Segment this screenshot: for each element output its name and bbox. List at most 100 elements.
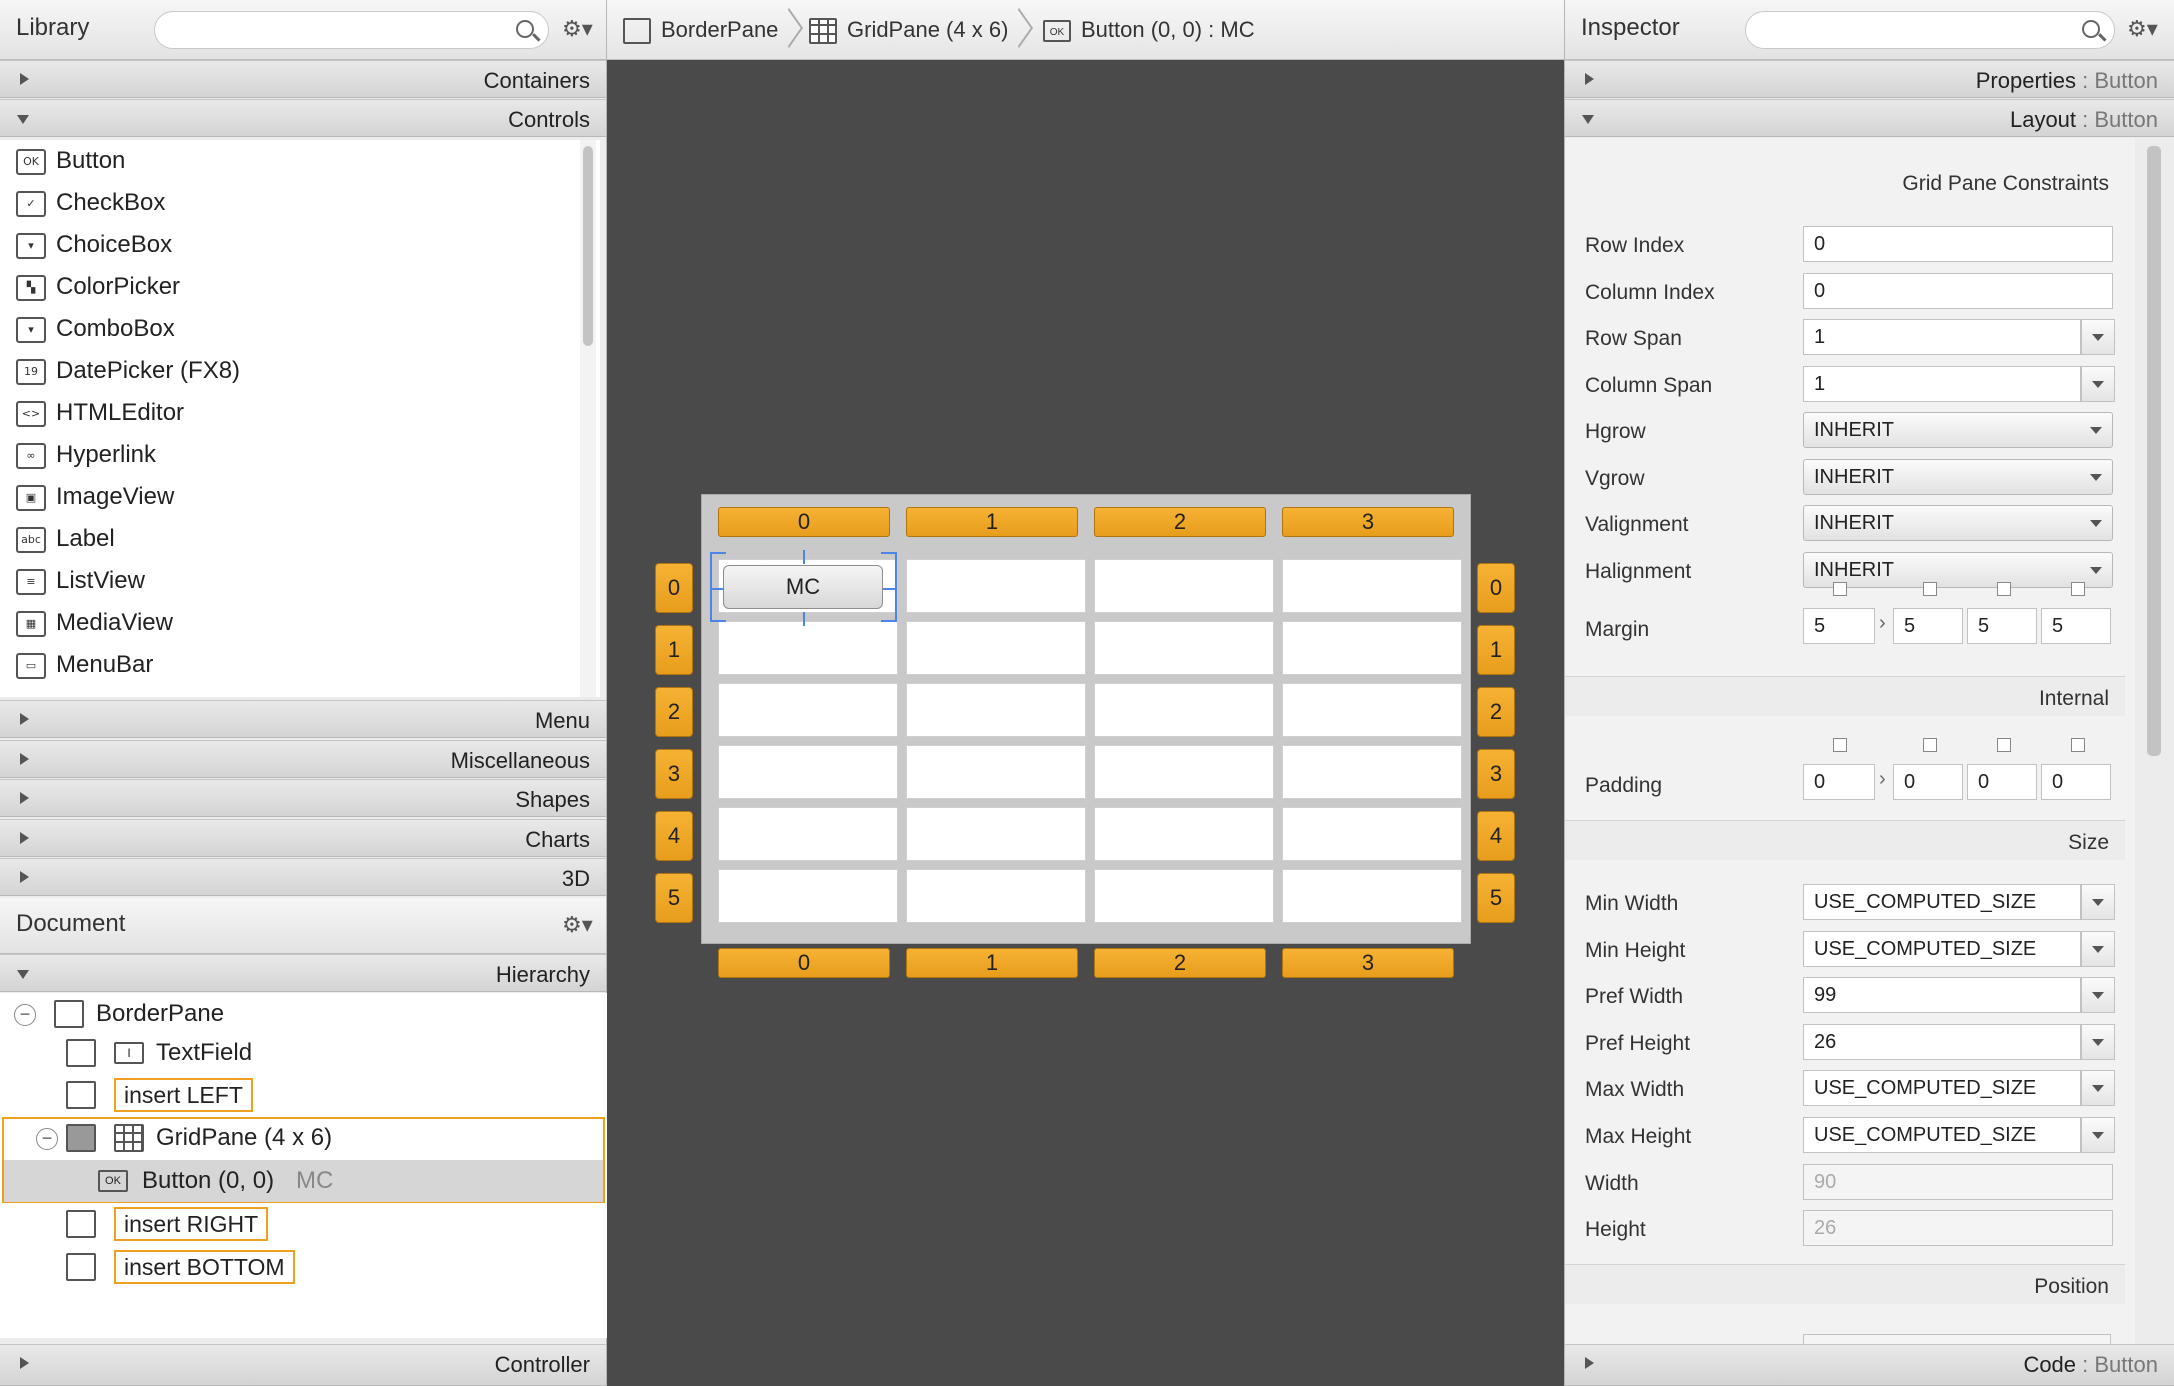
selection-handle[interactable] <box>803 550 805 564</box>
section-properties[interactable]: Properties : Button <box>1565 60 2174 98</box>
column-header-bottom[interactable]: 0 <box>718 948 890 978</box>
margin-field[interactable]: 5 <box>1967 608 2037 644</box>
vgrow-combo[interactable]: INHERIT <box>1803 458 2113 495</box>
padding-field[interactable]: 0 <box>2041 764 2111 800</box>
row-header-right[interactable]: 2 <box>1477 687 1515 737</box>
pref-height-field[interactable]: 26 <box>1803 1023 2081 1060</box>
grid-cell[interactable] <box>1094 869 1274 923</box>
padding-field[interactable]: 0 <box>1893 764 1963 800</box>
size-dropdown-button[interactable] <box>2081 884 2115 920</box>
selection-handle[interactable] <box>710 552 712 622</box>
grid-cell[interactable] <box>906 807 1086 861</box>
row-header-right[interactable]: 4 <box>1477 811 1515 861</box>
link-checkbox[interactable] <box>2071 738 2085 752</box>
grid-cell[interactable] <box>718 869 898 923</box>
library-item[interactable]: ▚ ColorPicker <box>0 266 580 308</box>
collapse-toggle-icon[interactable]: − <box>36 1128 58 1150</box>
library-item[interactable]: OK Button <box>0 140 580 182</box>
size-dropdown-button[interactable] <box>2081 977 2115 1014</box>
selection-handle[interactable] <box>895 552 897 622</box>
selection-handle[interactable] <box>710 620 726 622</box>
library-item[interactable]: ▭ MenuBar <box>0 644 580 686</box>
column-header-top[interactable]: 3 <box>1282 507 1454 537</box>
tree-item-insert-left[interactable]: insert LEFT <box>0 1074 600 1116</box>
grid-cell[interactable] <box>718 621 898 675</box>
grid-cell[interactable] <box>1282 621 1462 675</box>
column-header-top[interactable]: 0 <box>718 507 890 537</box>
max-height-field[interactable]: USE_COMPUTED_SIZE <box>1803 1117 2081 1153</box>
insert-left-slot[interactable]: insert LEFT <box>114 1078 253 1112</box>
tree-item-gridpane[interactable]: − GridPane (4 x 6) <box>0 1117 600 1159</box>
selection-handle[interactable] <box>710 552 726 554</box>
library-item[interactable]: ▦ MediaView <box>0 602 580 644</box>
size-dropdown-button[interactable] <box>2081 1070 2115 1107</box>
size-dropdown-button[interactable] <box>2081 1023 2115 1060</box>
min-width-field[interactable]: USE_COMPUTED_SIZE <box>1803 884 2081 920</box>
grid-cell[interactable] <box>1282 745 1462 799</box>
row-header-right[interactable]: 1 <box>1477 625 1515 675</box>
row-header-left[interactable]: 4 <box>655 811 693 861</box>
padding-field[interactable]: 0 <box>1967 764 2037 800</box>
grid-cell[interactable] <box>906 683 1086 737</box>
grid-cell[interactable] <box>1094 683 1274 737</box>
spin-button[interactable] <box>2081 319 2115 355</box>
section-hierarchy[interactable]: Hierarchy <box>0 954 606 992</box>
row-header-left[interactable]: 5 <box>655 873 693 923</box>
selection-handle[interactable] <box>881 552 897 554</box>
grid-cell[interactable] <box>718 807 898 861</box>
margin-field[interactable]: 5 <box>1803 608 1875 644</box>
link-checkbox[interactable] <box>1923 738 1937 752</box>
grid-cell[interactable] <box>1282 869 1462 923</box>
tree-item-insert-bottom[interactable]: insert BOTTOM <box>0 1246 600 1288</box>
row-header-left[interactable]: 1 <box>655 625 693 675</box>
column-header-top[interactable]: 1 <box>906 507 1078 537</box>
insert-bottom-slot[interactable]: insert BOTTOM <box>114 1250 295 1284</box>
library-item[interactable]: <> HTMLEditor <box>0 392 580 434</box>
section-menu[interactable]: Menu <box>0 700 606 738</box>
hgrow-combo[interactable]: INHERIT <box>1803 412 2113 448</box>
library-item[interactable]: 19 DatePicker (FX8) <box>0 350 580 392</box>
insert-right-slot[interactable]: insert RIGHT <box>114 1207 269 1241</box>
grid-cell[interactable] <box>1094 807 1274 861</box>
grid-cell[interactable] <box>718 683 898 737</box>
section-3d[interactable]: 3D <box>0 858 606 896</box>
grid-cell[interactable] <box>906 559 1086 613</box>
section-controller[interactable]: Controller <box>0 1344 606 1386</box>
tree-item-insert-right[interactable]: insert RIGHT <box>0 1203 600 1245</box>
crumb-gridpane[interactable]: GridPane (4 x 6) <box>809 0 1008 60</box>
tree-item-borderpane[interactable]: − BorderPane <box>0 993 600 1035</box>
max-width-field[interactable]: USE_COMPUTED_SIZE <box>1803 1070 2081 1107</box>
column-index-field[interactable]: 0 <box>1803 272 2113 309</box>
library-gear-icon[interactable]: ⚙▾ <box>562 16 593 42</box>
column-span-field[interactable]: 1 <box>1803 365 2081 402</box>
size-dropdown-button[interactable] <box>2081 1117 2115 1153</box>
spin-button[interactable] <box>2081 365 2115 402</box>
row-header-right[interactable]: 0 <box>1477 563 1515 613</box>
row-header-left[interactable]: 3 <box>655 749 693 799</box>
column-header-bottom[interactable]: 3 <box>1282 948 1454 978</box>
grid-cell[interactable] <box>1282 807 1462 861</box>
library-item[interactable]: ▾ ComboBox <box>0 308 580 350</box>
inspector-gear-icon[interactable]: ⚙▾ <box>2127 16 2158 42</box>
selection-handle[interactable] <box>803 612 805 626</box>
grid-cell[interactable] <box>718 745 898 799</box>
row-span-field[interactable]: 1 <box>1803 319 2081 355</box>
link-checkbox[interactable] <box>1833 738 1847 752</box>
crumb-button[interactable]: OK Button (0, 0) : MC <box>1043 0 1255 60</box>
margin-field[interactable]: 5 <box>2041 608 2111 644</box>
column-header-bottom[interactable]: 1 <box>906 948 1078 978</box>
column-header-bottom[interactable]: 2 <box>1094 948 1266 978</box>
row-header-right[interactable]: 3 <box>1477 749 1515 799</box>
grid-cell[interactable] <box>906 621 1086 675</box>
section-shapes[interactable]: Shapes <box>0 779 606 817</box>
grid-cell[interactable] <box>906 869 1086 923</box>
tree-item-button-selected[interactable]: OK Button (0, 0) MC <box>4 1160 603 1202</box>
library-item[interactable]: ▣ ImageView <box>0 476 580 518</box>
library-scrollbar[interactable] <box>580 140 596 697</box>
library-item[interactable]: ▾ ChoiceBox <box>0 224 580 266</box>
scroll-thumb[interactable] <box>583 146 593 346</box>
link-checkbox[interactable] <box>2071 582 2085 596</box>
section-layout[interactable]: Layout : Button <box>1565 99 2174 137</box>
collapse-toggle-icon[interactable]: − <box>14 1004 36 1026</box>
mc-button[interactable]: MC <box>723 565 883 609</box>
